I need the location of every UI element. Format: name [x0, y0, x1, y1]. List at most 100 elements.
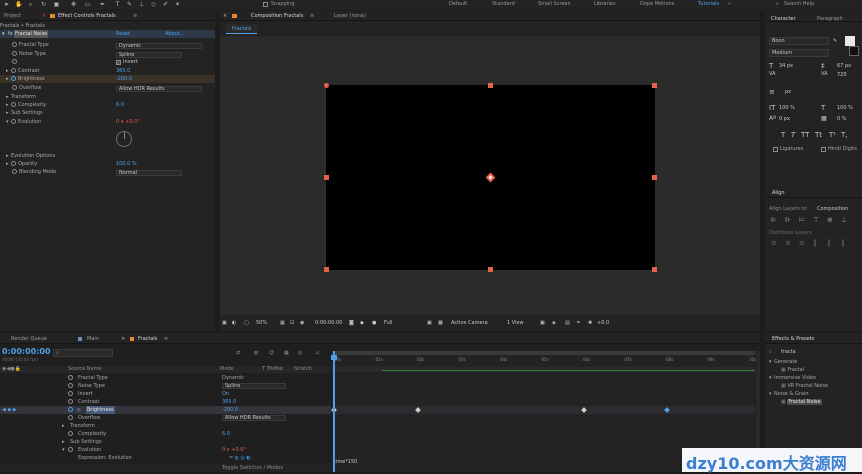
stopwatch-icon[interactable] — [68, 398, 75, 406]
pan-behind-tool-icon[interactable]: ✥ — [70, 1, 77, 8]
layer-handle-right[interactable] — [652, 175, 657, 180]
property-value[interactable]: 365.0 — [222, 398, 236, 406]
blending-mode-dropdown[interactable]: Normal — [116, 170, 182, 176]
snapshot-icon[interactable]: ◙ — [349, 320, 354, 326]
layer-row-overflow[interactable]: Overflow Allow HDR Results — [0, 414, 331, 422]
reset-link[interactable]: Reset — [116, 30, 130, 38]
puppet-tool-icon[interactable]: ✶ — [174, 1, 181, 8]
trkmat-header[interactable]: T TrkMat — [262, 366, 283, 372]
roi-icon[interactable]: ▣ — [427, 320, 432, 326]
selection-tool-icon[interactable]: ➤ — [3, 1, 10, 8]
distribute-vcenter-icon[interactable]: ≡ — [785, 239, 791, 247]
fractal-type-dropdown[interactable]: Dynamic — [116, 43, 202, 49]
mode-header[interactable]: Mode — [220, 366, 234, 372]
tab-layer[interactable]: Layer (none) — [334, 13, 366, 19]
property-value[interactable]: Dynamic — [222, 374, 244, 382]
stretch-header[interactable]: Stretch — [294, 366, 312, 372]
stroke-width-value[interactable]: px — [785, 89, 791, 95]
zoom-tool-icon[interactable]: ⌕ — [27, 1, 34, 8]
channel-icon[interactable]: ◉ — [300, 320, 304, 326]
work-area-bar[interactable] — [332, 351, 755, 355]
tab-character[interactable]: Character — [771, 16, 796, 22]
complexity-value[interactable]: 6.0 — [116, 101, 124, 109]
fast-preview-icon[interactable]: ◈ — [552, 320, 556, 326]
align-bottom-icon[interactable]: ⊥ — [841, 216, 847, 224]
effect-header-row[interactable]: ▾ fx Fractal Noise Reset About... — [0, 30, 215, 38]
mask-visibility-icon[interactable]: ◐ — [232, 320, 236, 326]
tab-fractals[interactable]: Fractals — [138, 336, 157, 342]
stroke-color-swatch[interactable] — [849, 46, 859, 56]
tree-item-vr-fractal-noise[interactable]: ▦ VR Fractal Noise — [781, 383, 828, 390]
property-dropdown[interactable]: Spline — [222, 383, 286, 389]
invert-checkbox[interactable]: ✓ — [116, 60, 121, 65]
vertical-scale-value[interactable]: 100 % — [779, 105, 795, 111]
property-value[interactable]: 0 x +0.0° — [222, 446, 246, 454]
property-value[interactable]: On — [222, 390, 229, 398]
stopwatch-icon[interactable] — [68, 446, 75, 454]
layer-handle-top-right[interactable] — [652, 83, 657, 88]
align-top-icon[interactable]: ⊤ — [813, 216, 819, 224]
property-value[interactable]: -200.0 — [222, 406, 238, 414]
tracking-value[interactable]: 720 — [837, 72, 847, 78]
pen-tool-icon[interactable]: ✒ — [99, 1, 106, 8]
horizontal-scale-value[interactable]: 100 % — [837, 105, 853, 111]
tree-item-fractal[interactable]: ▦ Fractal — [781, 367, 804, 374]
workspace-dope-motions[interactable]: Dope Motions — [640, 1, 674, 7]
region-icon[interactable]: ▢ — [244, 320, 249, 326]
tab-main[interactable]: Main — [87, 336, 99, 342]
camera-dropdown[interactable]: Active Camera — [451, 320, 488, 326]
stopwatch-icon[interactable] — [12, 59, 17, 64]
timeline-icon[interactable]: ▤ — [565, 320, 570, 326]
expression-enable-icon[interactable]: = ⊵ ◎ ◐ — [229, 454, 251, 462]
tab-effect-controls[interactable]: Effect Controls Fractals — [58, 13, 116, 19]
composition-sub-tab[interactable]: Fractals — [226, 24, 258, 34]
hand-tool-icon[interactable]: ✋ — [15, 1, 22, 8]
layer-handle-bottom-right[interactable] — [652, 267, 657, 272]
search-help-input[interactable]: Search Help — [784, 1, 814, 7]
graph-editor-icon[interactable]: ⊿ — [315, 350, 319, 356]
baseline-shift-value[interactable]: 0 px — [779, 116, 790, 122]
tab-render-queue[interactable]: Render Queue — [11, 336, 47, 342]
stopwatch-icon[interactable] — [12, 42, 17, 47]
align-to-dropdown[interactable]: Composition — [817, 206, 848, 212]
eraser-tool-icon[interactable]: ◇ — [150, 1, 157, 8]
toggle-pixel-icon[interactable]: ▣ — [540, 320, 545, 326]
keyframe-nav-icon[interactable]: ◀ ◆ ▶ — [2, 406, 17, 414]
draft-3d-icon[interactable]: ◍ — [254, 350, 258, 356]
comp-mini-flowchart-icon[interactable]: ⇄ — [236, 350, 240, 356]
distribute-bottom-icon[interactable]: ≡ — [799, 239, 805, 247]
rectangle-tool-icon[interactable]: ▭ — [84, 1, 91, 8]
opacity-value[interactable]: 100.0 % — [116, 160, 137, 168]
ligatures-checkbox[interactable] — [773, 147, 778, 152]
graph-icon[interactable]: ⊵ — [77, 406, 81, 414]
property-dropdown[interactable]: Allow HDR Results — [222, 415, 286, 421]
workspace-libraries[interactable]: Libraries — [594, 1, 616, 7]
layer-row-expression[interactable]: Expression: Evolution = ⊵ ◎ ◐ — [0, 454, 331, 462]
layer-row-noise-type[interactable]: Noise Type Spline — [0, 382, 331, 390]
tab-composition[interactable]: Composition Fractals — [251, 13, 303, 19]
layer-handle-top-left[interactable] — [324, 83, 329, 88]
workspace-tutorials[interactable]: Tutorials — [698, 1, 719, 7]
flowchart-icon[interactable]: ⌗ — [577, 320, 580, 326]
layer-row-sub-settings[interactable]: ▸ Sub Settings — [0, 438, 331, 446]
evolution-value[interactable]: 0 x +0.0° — [116, 118, 140, 126]
close-icon[interactable]: × — [223, 13, 227, 19]
property-value[interactable]: 6.0 — [222, 430, 230, 438]
source-name-header[interactable]: Source Name — [68, 366, 102, 372]
stopwatch-icon[interactable] — [12, 85, 17, 90]
layer-handle-top[interactable] — [488, 83, 493, 88]
panel-menu-icon[interactable]: ≡ — [164, 336, 168, 342]
font-family-dropdown[interactable]: Boon — [769, 37, 829, 45]
stopwatch-icon[interactable] — [68, 382, 75, 390]
camera-tool-icon[interactable]: ▣ — [53, 1, 60, 8]
small-caps-button[interactable]: Tt — [815, 131, 822, 139]
stopwatch-icon[interactable] — [11, 102, 16, 107]
panel-menu-icon[interactable]: ≡ — [133, 13, 137, 19]
transform-row[interactable]: ▸ Transform — [6, 93, 36, 101]
show-snapshot-icon[interactable]: ◆ — [360, 320, 364, 326]
panel-menu-icon[interactable]: ≡ — [310, 13, 314, 19]
layer-row-transform[interactable]: ▸ Transform — [0, 422, 331, 430]
tree-item-fractal-noise[interactable]: ▦ Fractal Noise — [781, 399, 822, 406]
stopwatch-active-icon[interactable] — [11, 76, 16, 81]
tree-category-generate[interactable]: ▾ Generate — [769, 359, 797, 366]
